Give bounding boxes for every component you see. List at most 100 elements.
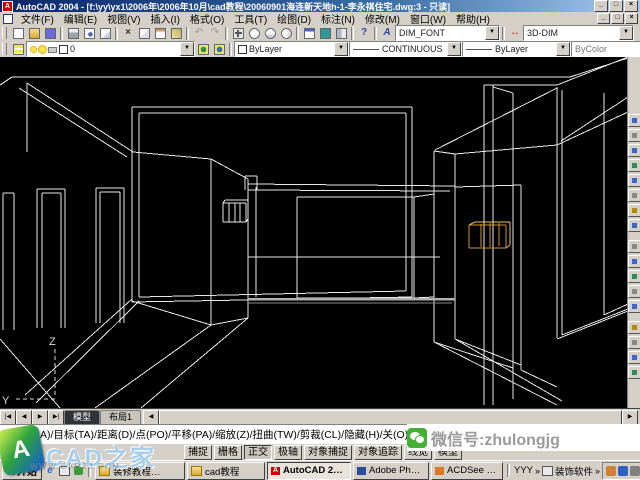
tab-first-button[interactable]: |◀: [0, 410, 16, 425]
dropdown-arrow-icon[interactable]: ▼: [619, 26, 633, 40]
toolbar-grip[interactable]: [2, 43, 7, 55]
right-toolbar-icon[interactable]: [628, 189, 640, 202]
tray-icon[interactable]: [630, 466, 640, 476]
tray-icon[interactable]: [606, 466, 616, 476]
make-object-layer-current-button[interactable]: [195, 42, 211, 56]
match-properties-button[interactable]: [168, 26, 184, 40]
copy-button[interactable]: [136, 26, 152, 40]
taskbar-toolbar-yyy[interactable]: YYY: [514, 465, 533, 476]
layer-properties-button[interactable]: [10, 42, 26, 56]
properties-button[interactable]: [301, 26, 317, 40]
right-toolbar-icon[interactable]: [628, 300, 640, 313]
plot-button[interactable]: [65, 26, 81, 40]
status-osnap-button[interactable]: 对象捕捉: [304, 445, 352, 460]
taskbar-toolbar-decor[interactable]: 装饰软件: [555, 464, 593, 478]
menu-help[interactable]: 帮助(H): [451, 11, 495, 26]
chevron-icon[interactable]: »: [535, 466, 540, 476]
menu-dimension[interactable]: 标注(N): [316, 11, 360, 26]
help-button[interactable]: ?: [356, 26, 372, 40]
menu-view[interactable]: 视图(V): [102, 11, 145, 26]
right-toolbar-icon[interactable]: [628, 351, 640, 364]
text-style-dropdown[interactable]: DIM_FONT ▼: [395, 25, 500, 41]
tray-icon[interactable]: [618, 466, 628, 476]
undo-button[interactable]: ↶: [191, 26, 207, 40]
linetype-control-dropdown[interactable]: CONTINUOUS ▼: [349, 41, 462, 57]
layer-lock-icon[interactable]: [48, 47, 57, 53]
chevron-icon[interactable]: »: [595, 466, 600, 476]
tab-model[interactable]: 模型: [64, 410, 100, 424]
scroll-left-button[interactable]: ◀: [143, 410, 159, 425]
horizontal-scrollbar[interactable]: ◀ ▶: [143, 411, 638, 424]
tab-next-button[interactable]: ▶: [32, 410, 48, 425]
zoom-window-button[interactable]: [262, 26, 278, 40]
lineweight-control-dropdown[interactable]: ByLayer ▼: [462, 41, 571, 57]
right-toolbar-icon[interactable]: [628, 219, 640, 232]
layer-on-icon[interactable]: [30, 46, 37, 53]
scroll-right-button[interactable]: ▶: [622, 410, 638, 425]
autocad-app-icon[interactable]: A: [2, 1, 13, 12]
new-file-button[interactable]: [10, 26, 26, 40]
dropdown-arrow-icon[interactable]: ▼: [180, 42, 194, 56]
menu-edit[interactable]: 编辑(E): [59, 11, 102, 26]
scrollbar-thumb[interactable]: [159, 410, 622, 425]
doc-minimize-button[interactable]: _: [597, 13, 610, 24]
taskbar-button-folder2[interactable]: cad教程: [187, 462, 265, 480]
tool-palettes-button[interactable]: [333, 26, 349, 40]
taskbar-button-photoshop[interactable]: Adobe Photo…: [353, 462, 429, 480]
right-toolbar-icon[interactable]: [628, 240, 640, 253]
dim-style-dropdown[interactable]: 3D-DIM ▼: [523, 25, 634, 41]
publish-button[interactable]: [97, 26, 113, 40]
plot-preview-button[interactable]: [81, 26, 97, 40]
menu-insert[interactable]: 插入(I): [145, 11, 184, 26]
right-toolbar-icon[interactable]: [628, 114, 640, 127]
right-toolbar-icon[interactable]: [628, 336, 640, 349]
toolbar-grip[interactable]: [2, 27, 7, 39]
close-button[interactable]: ×: [624, 0, 638, 12]
open-file-button[interactable]: [26, 26, 42, 40]
dropdown-arrow-icon[interactable]: ▼: [447, 42, 461, 56]
status-grid-button[interactable]: 栅格: [214, 445, 242, 460]
right-toolbar-icon[interactable]: [628, 174, 640, 187]
status-ortho-button[interactable]: 正交: [244, 445, 272, 460]
zoom-previous-button[interactable]: [278, 26, 294, 40]
drawing-area[interactable]: ZY: [0, 57, 640, 408]
menu-window[interactable]: 窗口(W): [405, 11, 451, 26]
menu-format[interactable]: 格式(O): [185, 11, 229, 26]
designcenter-button[interactable]: [317, 26, 333, 40]
paste-button[interactable]: [152, 26, 168, 40]
redo-button[interactable]: ↷: [207, 26, 223, 40]
tab-layout1[interactable]: 布局1: [100, 410, 141, 424]
right-toolbar-icon[interactable]: [628, 285, 640, 298]
cut-button[interactable]: ×: [120, 26, 136, 40]
menu-modify[interactable]: 修改(M): [360, 11, 405, 26]
doc-restore-button[interactable]: □: [611, 13, 624, 24]
layer-dropdown[interactable]: 0 ▼: [26, 41, 195, 57]
save-button[interactable]: [42, 26, 58, 40]
status-otrack-button[interactable]: 对象追踪: [354, 445, 402, 460]
right-toolbar-icon[interactable]: [628, 204, 640, 217]
plot-style-control-dropdown[interactable]: ByColor ▼: [571, 41, 640, 57]
zoom-realtime-button[interactable]: [246, 26, 262, 40]
taskbar-button-autocad[interactable]: A AutoCAD 200…: [267, 462, 351, 480]
status-snap-button[interactable]: 捕捉: [184, 445, 212, 460]
menu-file[interactable]: 文件(F): [16, 11, 59, 26]
pan-button[interactable]: [230, 26, 246, 40]
tab-last-button[interactable]: ▶|: [48, 410, 64, 425]
right-toolbar-icon[interactable]: [628, 159, 640, 172]
menu-draw[interactable]: 绘图(D): [272, 11, 316, 26]
tab-prev-button[interactable]: ◀: [16, 410, 32, 425]
right-toolbar-icon[interactable]: [628, 129, 640, 142]
doc-close-button[interactable]: ×: [625, 13, 638, 24]
dropdown-arrow-icon[interactable]: ▼: [485, 26, 499, 40]
dropdown-arrow-icon[interactable]: ▼: [556, 42, 570, 56]
menu-tools[interactable]: 工具(T): [229, 11, 272, 26]
dropdown-arrow-icon[interactable]: ▼: [334, 42, 348, 56]
layer-freeze-icon[interactable]: [39, 46, 46, 53]
restore-button[interactable]: □: [609, 0, 623, 12]
dim-style-button[interactable]: ↔: [507, 26, 523, 40]
right-toolbar-icon[interactable]: [628, 270, 640, 283]
right-toolbar-icon[interactable]: [628, 144, 640, 157]
taskbar-button-acdsee[interactable]: ACDSee v3.1…: [431, 462, 503, 480]
layer-previous-button[interactable]: [211, 42, 227, 56]
right-toolbar-icon[interactable]: [628, 321, 640, 334]
